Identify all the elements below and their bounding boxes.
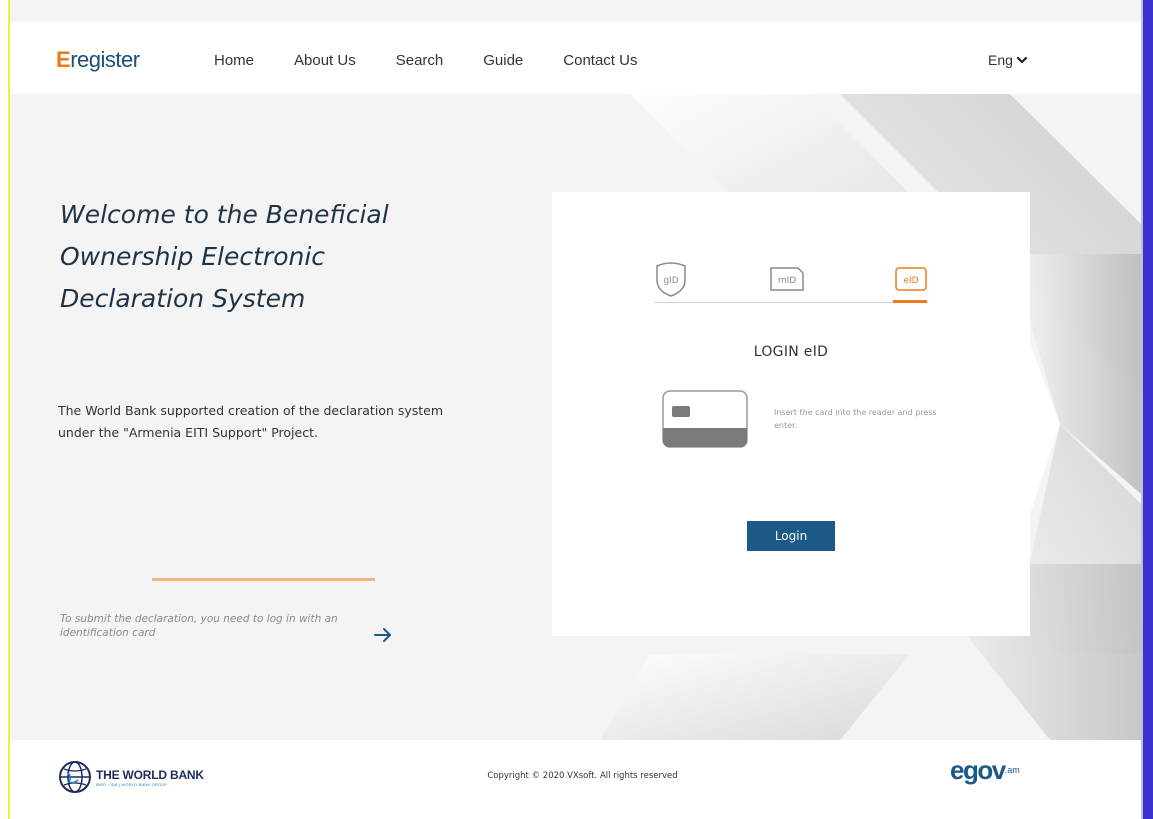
frame-right-edge [1143, 0, 1153, 819]
egov-logo[interactable]: egov.am [950, 756, 1020, 784]
nav-about-us[interactable]: About Us [294, 52, 356, 69]
nav-home[interactable]: Home [214, 52, 254, 69]
orange-divider [152, 578, 375, 581]
active-tab-indicator [893, 300, 927, 303]
nav-contact-us[interactable]: Contact Us [563, 52, 637, 69]
submit-declaration-note: To submit the declaration, you need to l… [60, 613, 338, 639]
login-button[interactable]: Login [747, 521, 835, 551]
gid-shield-icon[interactable]: gID [654, 258, 688, 298]
site-footer: THE WORLD BANK IBRD · IDA | WORLD BANK G… [10, 740, 1141, 819]
egov-logo-suffix: .am [1004, 765, 1020, 775]
world-bank-support-text: The World Bank supported creation of the… [58, 403, 444, 440]
eid-card-icon[interactable]: eID [894, 266, 928, 292]
page: Eregister Home About Us Search Guide Con… [10, 0, 1141, 819]
login-method-tabs: gID mID eID [654, 262, 928, 303]
tab-mid-label: mID [778, 276, 796, 286]
eregister-logo[interactable]: Eregister [56, 47, 140, 73]
tab-gid-label: gID [663, 276, 678, 286]
mid-sim-icon[interactable]: mID [768, 266, 806, 292]
login-title: LOGIN eID [753, 344, 829, 360]
nav-search[interactable]: Search [396, 52, 444, 69]
logo-text: register [70, 47, 140, 72]
arrow-right-icon[interactable] [372, 624, 394, 646]
tab-eid-label: eID [903, 276, 918, 286]
site-header: Eregister Home About Us Search Guide Con… [10, 22, 1141, 94]
world-bank-subtitle: IBRD · IDA | WORLD BANK GROUP [96, 781, 168, 787]
main-nav: Home About Us Search Guide Contact Us [214, 52, 677, 69]
logo-initial: E [56, 47, 71, 72]
chevron-down-icon [1016, 56, 1028, 64]
login-card: gID mID eID LOGIN eID Insert the card in… [552, 192, 1030, 636]
welcome-heading: Welcome to the Beneficial Ownership Elec… [60, 200, 389, 313]
insert-card-instruction: Insert the card into the reader and pres… [774, 408, 937, 430]
nav-guide[interactable]: Guide [483, 52, 523, 69]
language-selector[interactable]: Eng [988, 52, 1028, 68]
language-label: Eng [988, 52, 1013, 68]
egov-logo-text: egov [950, 755, 1006, 785]
hero-section: Welcome to the Beneficial Ownership Elec… [10, 94, 1141, 740]
id-card-reader-icon [662, 390, 748, 448]
